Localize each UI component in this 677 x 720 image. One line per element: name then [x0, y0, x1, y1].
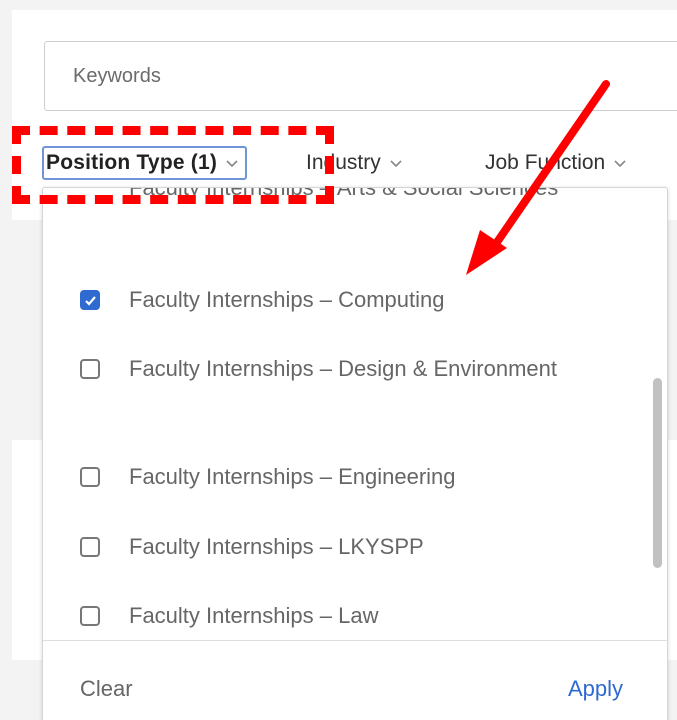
- chevron-down-icon: [613, 158, 627, 168]
- option-label: Faculty Internships – Computing: [129, 287, 445, 312]
- option-label: Faculty Internships – Law: [129, 603, 379, 628]
- option-label: Faculty Internships – Engineering: [129, 464, 456, 489]
- scrollbar-thumb[interactable]: [653, 378, 662, 568]
- position-type-label: Position Type (1): [46, 151, 218, 174]
- checkbox[interactable]: [80, 606, 100, 626]
- chevron-down-icon: [225, 158, 239, 168]
- position-type-dropdown: Faculty Internships – Arts & Social Scie…: [42, 187, 668, 720]
- job-function-label: Job Function: [485, 151, 606, 174]
- checkbox[interactable]: [80, 467, 100, 487]
- clear-button[interactable]: Clear: [80, 676, 133, 702]
- checkbox[interactable]: [80, 537, 100, 557]
- option-label: Faculty Internships – LKYSPP: [129, 534, 424, 559]
- apply-button[interactable]: Apply: [568, 676, 623, 702]
- scrollbar[interactable]: [651, 188, 663, 640]
- industry-label: Industry: [306, 151, 381, 174]
- dropdown-footer: Clear Apply: [43, 640, 667, 720]
- job-function-filter[interactable]: Job Function: [485, 146, 627, 180]
- check-icon: [85, 296, 96, 306]
- options-list[interactable]: Faculty Internships – Arts & Social Scie…: [43, 188, 653, 640]
- checkbox[interactable]: [80, 359, 100, 379]
- keywords-input[interactable]: [44, 41, 677, 111]
- checkbox-checked[interactable]: [80, 290, 100, 310]
- chevron-down-icon: [389, 158, 403, 168]
- option-label: Faculty Internships – Design & Environme…: [129, 356, 557, 381]
- option-label: Faculty Internships – Arts & Social Scie…: [129, 188, 599, 207]
- page: Position Type (1) Industry Job Function …: [0, 0, 677, 720]
- industry-filter[interactable]: Industry: [306, 146, 403, 180]
- position-type-filter[interactable]: Position Type (1): [42, 146, 248, 180]
